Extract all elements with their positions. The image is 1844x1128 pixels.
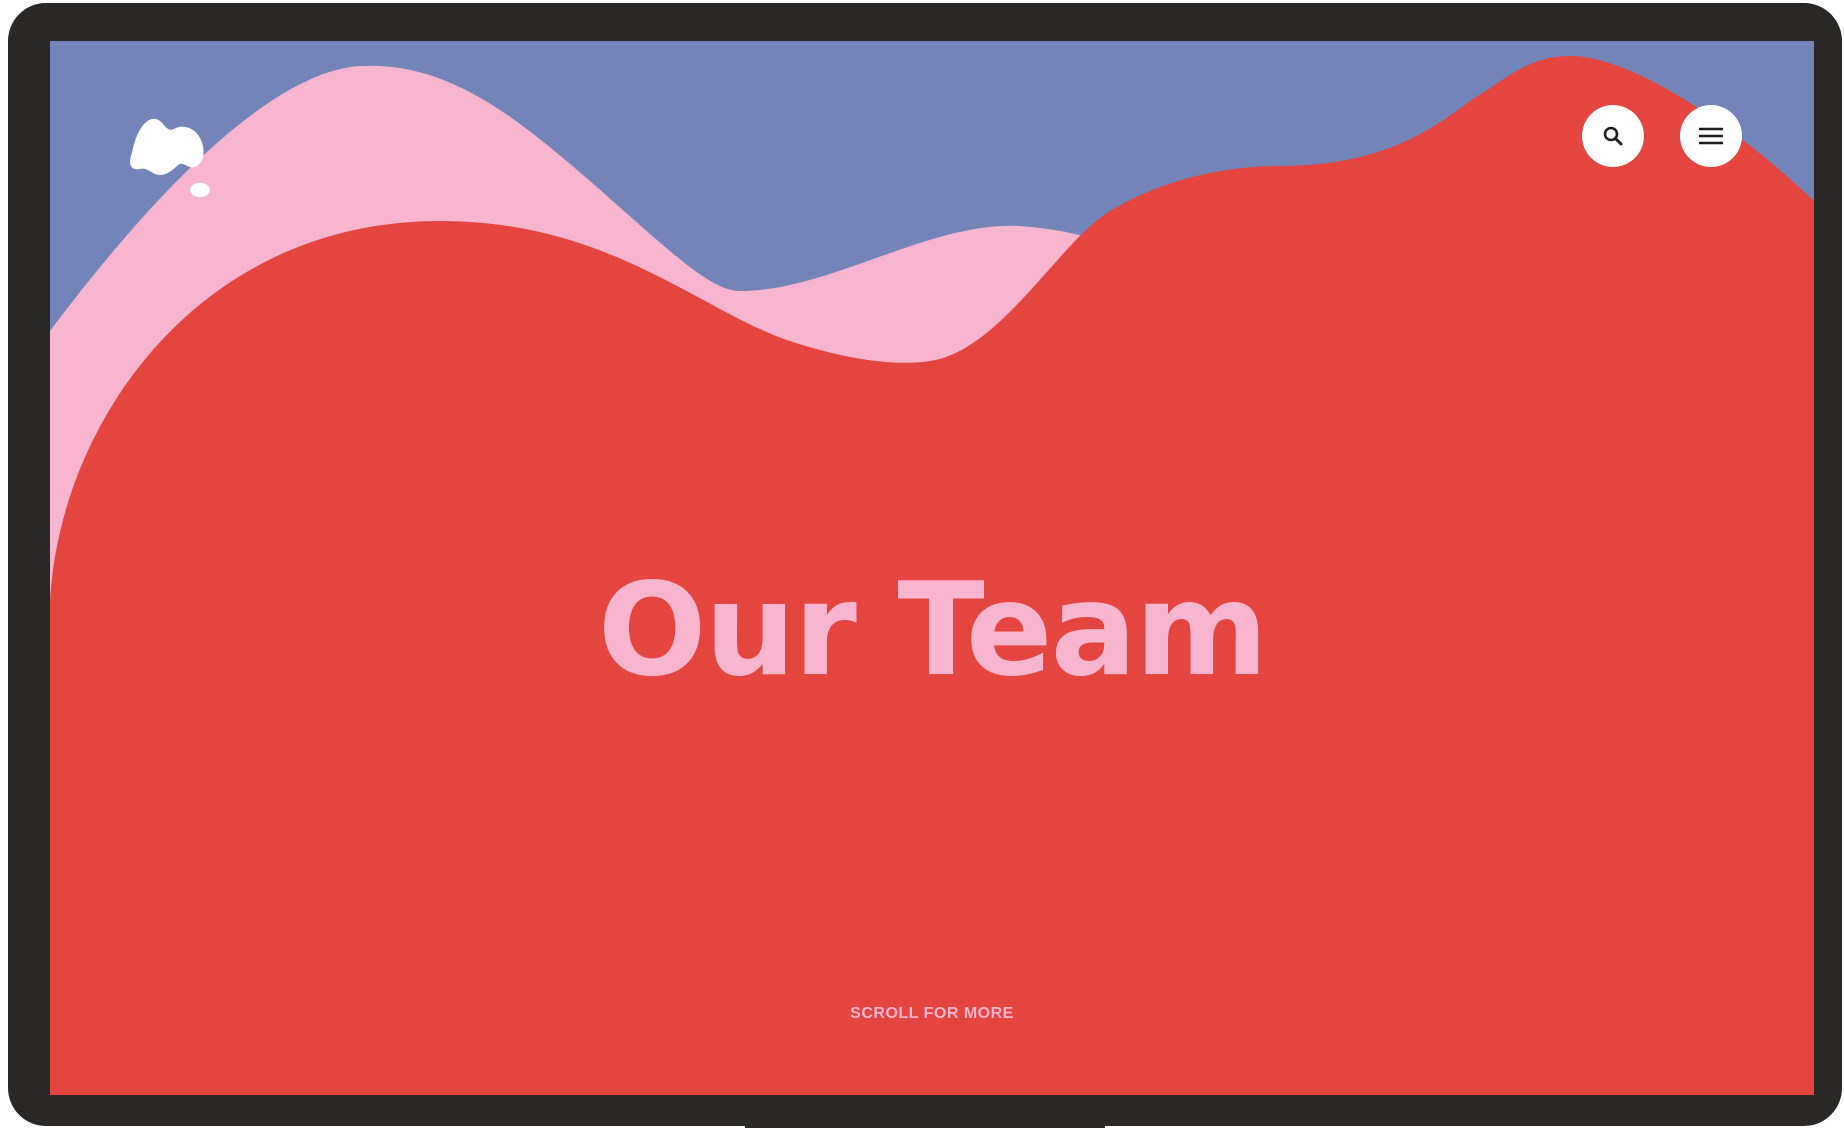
search-button[interactable] — [1582, 105, 1644, 167]
search-icon — [1603, 126, 1623, 146]
hamburger-menu-icon — [1699, 127, 1723, 145]
logo[interactable] — [122, 113, 222, 205]
scroll-for-more-link[interactable]: SCROLL FOR MORE — [50, 1005, 1814, 1023]
device-frame: Our Team SCROLL FOR MORE — [8, 3, 1842, 1126]
blob-cloud-logo-icon — [130, 118, 210, 197]
page-title: Our Team — [597, 555, 1269, 705]
menu-button[interactable] — [1680, 105, 1742, 167]
hero-screen: Our Team SCROLL FOR MORE — [50, 41, 1814, 1095]
